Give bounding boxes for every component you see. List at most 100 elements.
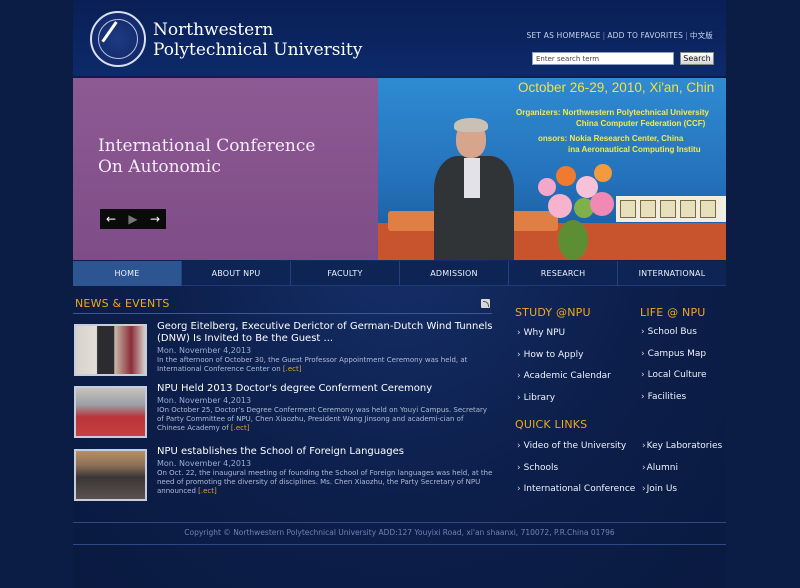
quick-link-international-conference[interactable]: › International Conference (517, 483, 635, 505)
quick-link-label: Join Us (646, 484, 678, 494)
chevron-right-icon: › (641, 391, 645, 402)
quick-links-right: ›Key Laboratories ›Alumni ›Join Us (642, 440, 722, 505)
quick-link-label: Key Laboratories (646, 441, 723, 451)
quick-link-label: Video of the University (523, 441, 627, 451)
footer-copyright: Copyright © Northwestern Polytechnical U… (184, 528, 615, 537)
chevron-right-icon: › (517, 462, 521, 473)
university-name[interactable]: Northwestern Polytechnical University (153, 20, 362, 60)
nav-home[interactable]: HOME (73, 261, 182, 286)
quick-link-key-laboratories[interactable]: ›Key Laboratories (642, 440, 722, 462)
news-description: IOn October 25, Doctor’s Degree Conferme… (157, 406, 493, 433)
slide-prev-button[interactable]: ← (100, 209, 122, 229)
news-thumbnail[interactable] (74, 324, 147, 376)
chevron-right-icon: › (517, 349, 521, 360)
life-link-facilities[interactable]: › Facilities (641, 391, 707, 413)
quick-link-schools[interactable]: › Schools (517, 462, 635, 484)
study-link-academic-calendar[interactable]: › Academic Calendar (517, 370, 611, 392)
university-seal-logo[interactable] (90, 11, 146, 67)
chevron-right-icon: › (641, 348, 645, 359)
quick-link-join-us[interactable]: ›Join Us (642, 483, 722, 505)
chevron-right-icon: › (641, 327, 645, 337)
news-title[interactable]: NPU Held 2013 Doctor's degree Conferment… (157, 383, 493, 395)
life-link-school-bus[interactable]: › School Bus (641, 326, 707, 348)
read-more-link[interactable]: [.ect] (283, 365, 302, 373)
nav-international[interactable]: INTERNATIONAL (618, 261, 726, 286)
banner-title-line1: International Conference (98, 136, 316, 156)
chevron-right-icon: › (517, 392, 521, 403)
quick-link-alumni[interactable]: ›Alumni (642, 462, 722, 484)
study-link-label: Library (523, 392, 556, 403)
study-npu-heading: STUDY @NPU (515, 306, 591, 319)
nav-admission[interactable]: ADMISSION (400, 261, 509, 286)
news-description-text: In the afternoon of October 30, the Gues… (157, 356, 468, 373)
news-item: NPU Held 2013 Doctor's degree Conferment… (73, 383, 493, 444)
quick-link-label: Alumni (646, 462, 678, 473)
news-date: Mon. November 4,2013 (157, 346, 252, 355)
news-date: Mon. November 4,2013 (157, 396, 252, 405)
life-link-local-culture[interactable]: › Local Culture (641, 369, 707, 391)
study-link-label: Academic Calendar (523, 371, 611, 381)
quick-links-left: › Video of the University › Schools › Inter… (517, 440, 635, 505)
study-link-why-npu[interactable]: › Why NPU (517, 327, 611, 349)
slide-play-button[interactable]: ▶ (122, 209, 144, 229)
news-item: Georg Eitelberg, Executive Derictor of G… (73, 321, 493, 382)
life-link-campus-map[interactable]: › Campus Map (641, 348, 707, 370)
footer-divider-top (73, 522, 726, 523)
footer-divider-bottom (73, 544, 726, 545)
study-link-label: Why NPU (523, 328, 566, 338)
news-date: Mon. November 4,2013 (157, 459, 252, 468)
news-description: On Oct. 22, the inaugural meeting of fou… (157, 469, 493, 496)
read-more-link[interactable]: [.ect] (198, 487, 217, 495)
top-utility-links: SET AS HOMEPAGE | ADD TO FAVORITES | 中文版 (527, 30, 714, 41)
banner-title[interactable]: International Conference On Autonomic (98, 136, 315, 178)
news-thumbnail[interactable] (74, 386, 147, 438)
chevron-right-icon: › (642, 462, 646, 473)
site-header: Northwestern Polytechnical University SE… (73, 0, 726, 76)
life-link-label: Campus Map (647, 348, 707, 359)
search-input[interactable] (532, 52, 674, 65)
add-favorites-link[interactable]: ADD TO FAVORITES (607, 31, 683, 40)
chevron-right-icon: › (517, 484, 521, 494)
news-title[interactable]: Georg Eitelberg, Executive Derictor of G… (157, 321, 493, 345)
photo-speaker (434, 118, 514, 260)
slide-next-button[interactable]: → (144, 209, 166, 229)
search-button[interactable]: Search (680, 52, 714, 65)
news-description-text: IOn October 25, Doctor’s Degree Conferme… (157, 406, 488, 432)
page-margin-right (726, 0, 800, 588)
link-separator: | (602, 31, 606, 40)
life-npu-heading: LIFE @ NPU (640, 306, 706, 319)
quick-link-label: International Conference (523, 484, 636, 494)
chevron-right-icon: › (517, 328, 521, 338)
chevron-right-icon: › (641, 370, 645, 380)
photo-sponsors-line: onsors: Nokia Research Center, China (538, 134, 684, 143)
nav-faculty[interactable]: FACULTY (291, 261, 400, 286)
chevron-right-icon: › (642, 441, 646, 451)
quick-link-label: Schools (523, 462, 559, 473)
banner-photo[interactable]: October 26-29, 2010, Xi'an, Chin Organiz… (378, 78, 726, 260)
quick-links-heading: QUICK LINKS (515, 418, 588, 431)
university-name-line1: Northwestern (153, 20, 274, 40)
chinese-version-link[interactable]: 中文版 (690, 31, 713, 40)
page-margin-left (0, 0, 73, 588)
chevron-right-icon: › (517, 371, 521, 381)
nav-research[interactable]: RESEARCH (509, 261, 618, 286)
nav-about[interactable]: ABOUT NPU (182, 261, 291, 286)
hero-banner: International Conference On Autonomic ← … (73, 78, 726, 260)
news-thumbnail[interactable] (74, 449, 147, 501)
life-links: › School Bus › Campus Map › Local Culture ›… (641, 326, 707, 412)
link-separator: | (685, 31, 688, 40)
rss-icon[interactable] (481, 299, 490, 308)
study-link-library[interactable]: › Library (517, 392, 611, 414)
life-link-label: Local Culture (647, 370, 707, 380)
set-homepage-link[interactable]: SET AS HOMEPAGE (527, 31, 601, 40)
photo-ccf-line: China Computer Federation (CCF) (576, 119, 706, 128)
study-link-how-to-apply[interactable]: › How to Apply (517, 349, 611, 371)
news-description: In the afternoon of October 30, the Gues… (157, 356, 493, 374)
quick-link-video[interactable]: › Video of the University (517, 440, 635, 462)
photo-institute-line: ina Aeronautical Computing Institu (568, 145, 701, 154)
read-more-link[interactable]: [.ect] (231, 424, 250, 432)
banner-caption-panel: International Conference On Autonomic ← … (73, 78, 378, 260)
news-item: NPU establishes the School of Foreign La… (73, 446, 493, 507)
university-name-line2: Polytechnical University (153, 40, 363, 60)
news-title[interactable]: NPU establishes the School of Foreign La… (157, 446, 493, 458)
